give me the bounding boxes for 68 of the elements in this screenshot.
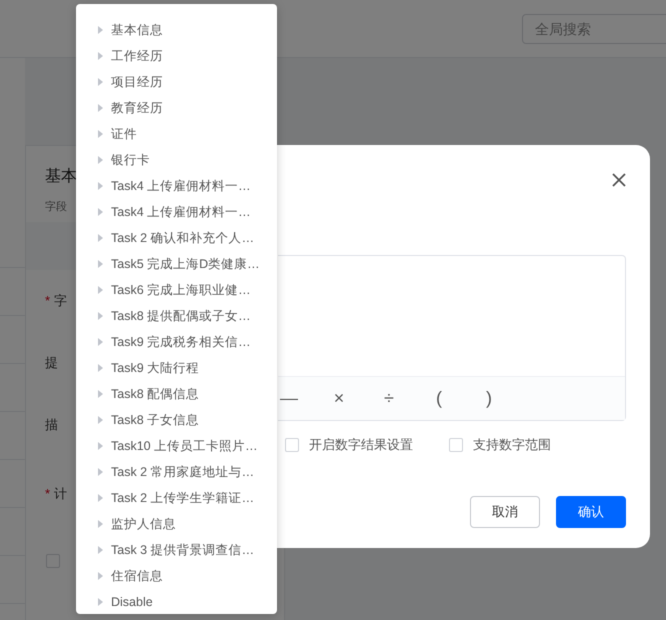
- confirm-button[interactable]: 确认: [556, 496, 626, 528]
- menu-item[interactable]: Task6 完成上海职业健…: [76, 277, 277, 303]
- menu-item[interactable]: Task4 上传雇佣材料一…: [76, 199, 277, 225]
- caret-icon: [98, 182, 103, 190]
- operator-button[interactable]: ): [478, 385, 500, 412]
- menu-item[interactable]: 基本信息: [76, 17, 277, 43]
- caret-icon: [98, 260, 103, 268]
- option-label: 支持数字范围: [473, 436, 551, 454]
- operator-button[interactable]: ÷: [378, 385, 400, 412]
- menu-item[interactable]: Task4 上传雇佣材料一…: [76, 173, 277, 199]
- caret-icon: [98, 364, 103, 372]
- menu-item[interactable]: Task8 配偶信息: [76, 381, 277, 407]
- menu-item[interactable]: 项目经历: [76, 69, 277, 95]
- caret-icon: [98, 26, 103, 34]
- checkbox[interactable]: [449, 438, 463, 452]
- menu-item[interactable]: Task8 提供配偶或子女…: [76, 303, 277, 329]
- caret-icon: [98, 338, 103, 346]
- operator-button[interactable]: (: [428, 385, 450, 412]
- menu-item[interactable]: Task 3 提供背景调查信…: [76, 537, 277, 563]
- cancel-button[interactable]: 取消: [470, 496, 540, 528]
- menu-item[interactable]: Task10 上传员工卡照片…: [76, 433, 277, 459]
- caret-icon: [98, 208, 103, 216]
- required-asterisk: *: [45, 292, 50, 310]
- caret-icon: [98, 286, 103, 294]
- checkbox[interactable]: [285, 438, 299, 452]
- field-label: 描: [45, 416, 58, 434]
- menu-item[interactable]: Task 2 上传学生学籍证…: [76, 485, 277, 511]
- caret-icon: [98, 598, 103, 606]
- caret-icon: [98, 468, 103, 476]
- panel-title: 基本: [45, 166, 77, 187]
- close-icon[interactable]: [612, 173, 626, 187]
- caret-icon: [98, 390, 103, 398]
- caret-icon: [98, 442, 103, 450]
- caret-icon: [98, 520, 103, 528]
- caret-icon: [98, 234, 103, 242]
- caret-icon: [98, 494, 103, 502]
- caret-icon: [98, 572, 103, 580]
- caret-icon: [98, 78, 103, 86]
- menu-item[interactable]: 工作经历: [76, 43, 277, 69]
- field-label: 字: [54, 292, 68, 310]
- search-field[interactable]: 全局搜索: [522, 14, 666, 44]
- menu-item[interactable]: Task9 大陆行程: [76, 355, 277, 381]
- menu-item[interactable]: 教育经历: [76, 95, 277, 121]
- menu-item[interactable]: 监护人信息: [76, 511, 277, 537]
- caret-icon: [98, 130, 103, 138]
- menu-item[interactable]: Task9 完成税务相关信…: [76, 329, 277, 355]
- formula-editor[interactable]: — × ÷ ( ): [278, 255, 626, 421]
- caret-icon: [98, 416, 103, 424]
- caret-icon: [98, 104, 103, 112]
- caret-icon: [98, 52, 103, 60]
- menu-item[interactable]: 证件: [76, 121, 277, 147]
- menu-item[interactable]: Disable: [76, 589, 277, 615]
- caret-icon: [98, 546, 103, 554]
- menu-item[interactable]: 住宿信息: [76, 563, 277, 589]
- operator-button[interactable]: —: [278, 385, 300, 412]
- operator-button[interactable]: ×: [328, 385, 350, 412]
- menu-item[interactable]: Task 2 确认和补充个人…: [76, 225, 277, 251]
- caret-icon: [98, 156, 103, 164]
- menu-item[interactable]: Task5 完成上海D类健康…: [76, 251, 277, 277]
- field-label: 计: [54, 484, 68, 503]
- menu-item[interactable]: Task8 子女信息: [76, 407, 277, 433]
- caret-icon: [98, 312, 103, 320]
- menu-item[interactable]: Task 2 常用家庭地址与…: [76, 459, 277, 485]
- field-label: 提: [45, 354, 58, 372]
- required-asterisk: *: [45, 484, 50, 503]
- panel-subtitle: 字段: [45, 200, 67, 215]
- menu-item[interactable]: 银行卡: [76, 147, 277, 173]
- option-label: 开启数字结果设置: [309, 436, 413, 454]
